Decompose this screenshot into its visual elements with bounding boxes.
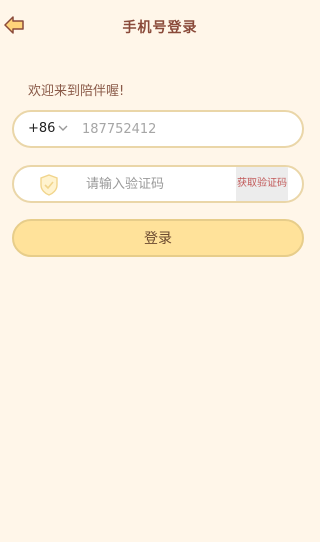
verification-field: 获取验证码 bbox=[12, 165, 304, 203]
get-code-button[interactable]: 获取验证码 bbox=[236, 167, 288, 201]
login-screen: 手机号登录 欢迎来到陪伴喔! +86 获取验证码 登录 bbox=[0, 0, 320, 542]
login-button[interactable]: 登录 bbox=[12, 219, 304, 257]
verification-code-input[interactable] bbox=[86, 167, 236, 201]
header: 手机号登录 bbox=[0, 0, 320, 50]
country-code-selector[interactable]: +86 bbox=[28, 112, 55, 146]
phone-input[interactable] bbox=[82, 112, 282, 146]
welcome-text: 欢迎来到陪伴喔! bbox=[28, 84, 125, 99]
chevron-down-icon[interactable] bbox=[58, 124, 68, 132]
phone-field: +86 bbox=[12, 110, 304, 148]
shield-icon bbox=[40, 174, 58, 196]
page-title: 手机号登录 bbox=[122, 20, 198, 36]
